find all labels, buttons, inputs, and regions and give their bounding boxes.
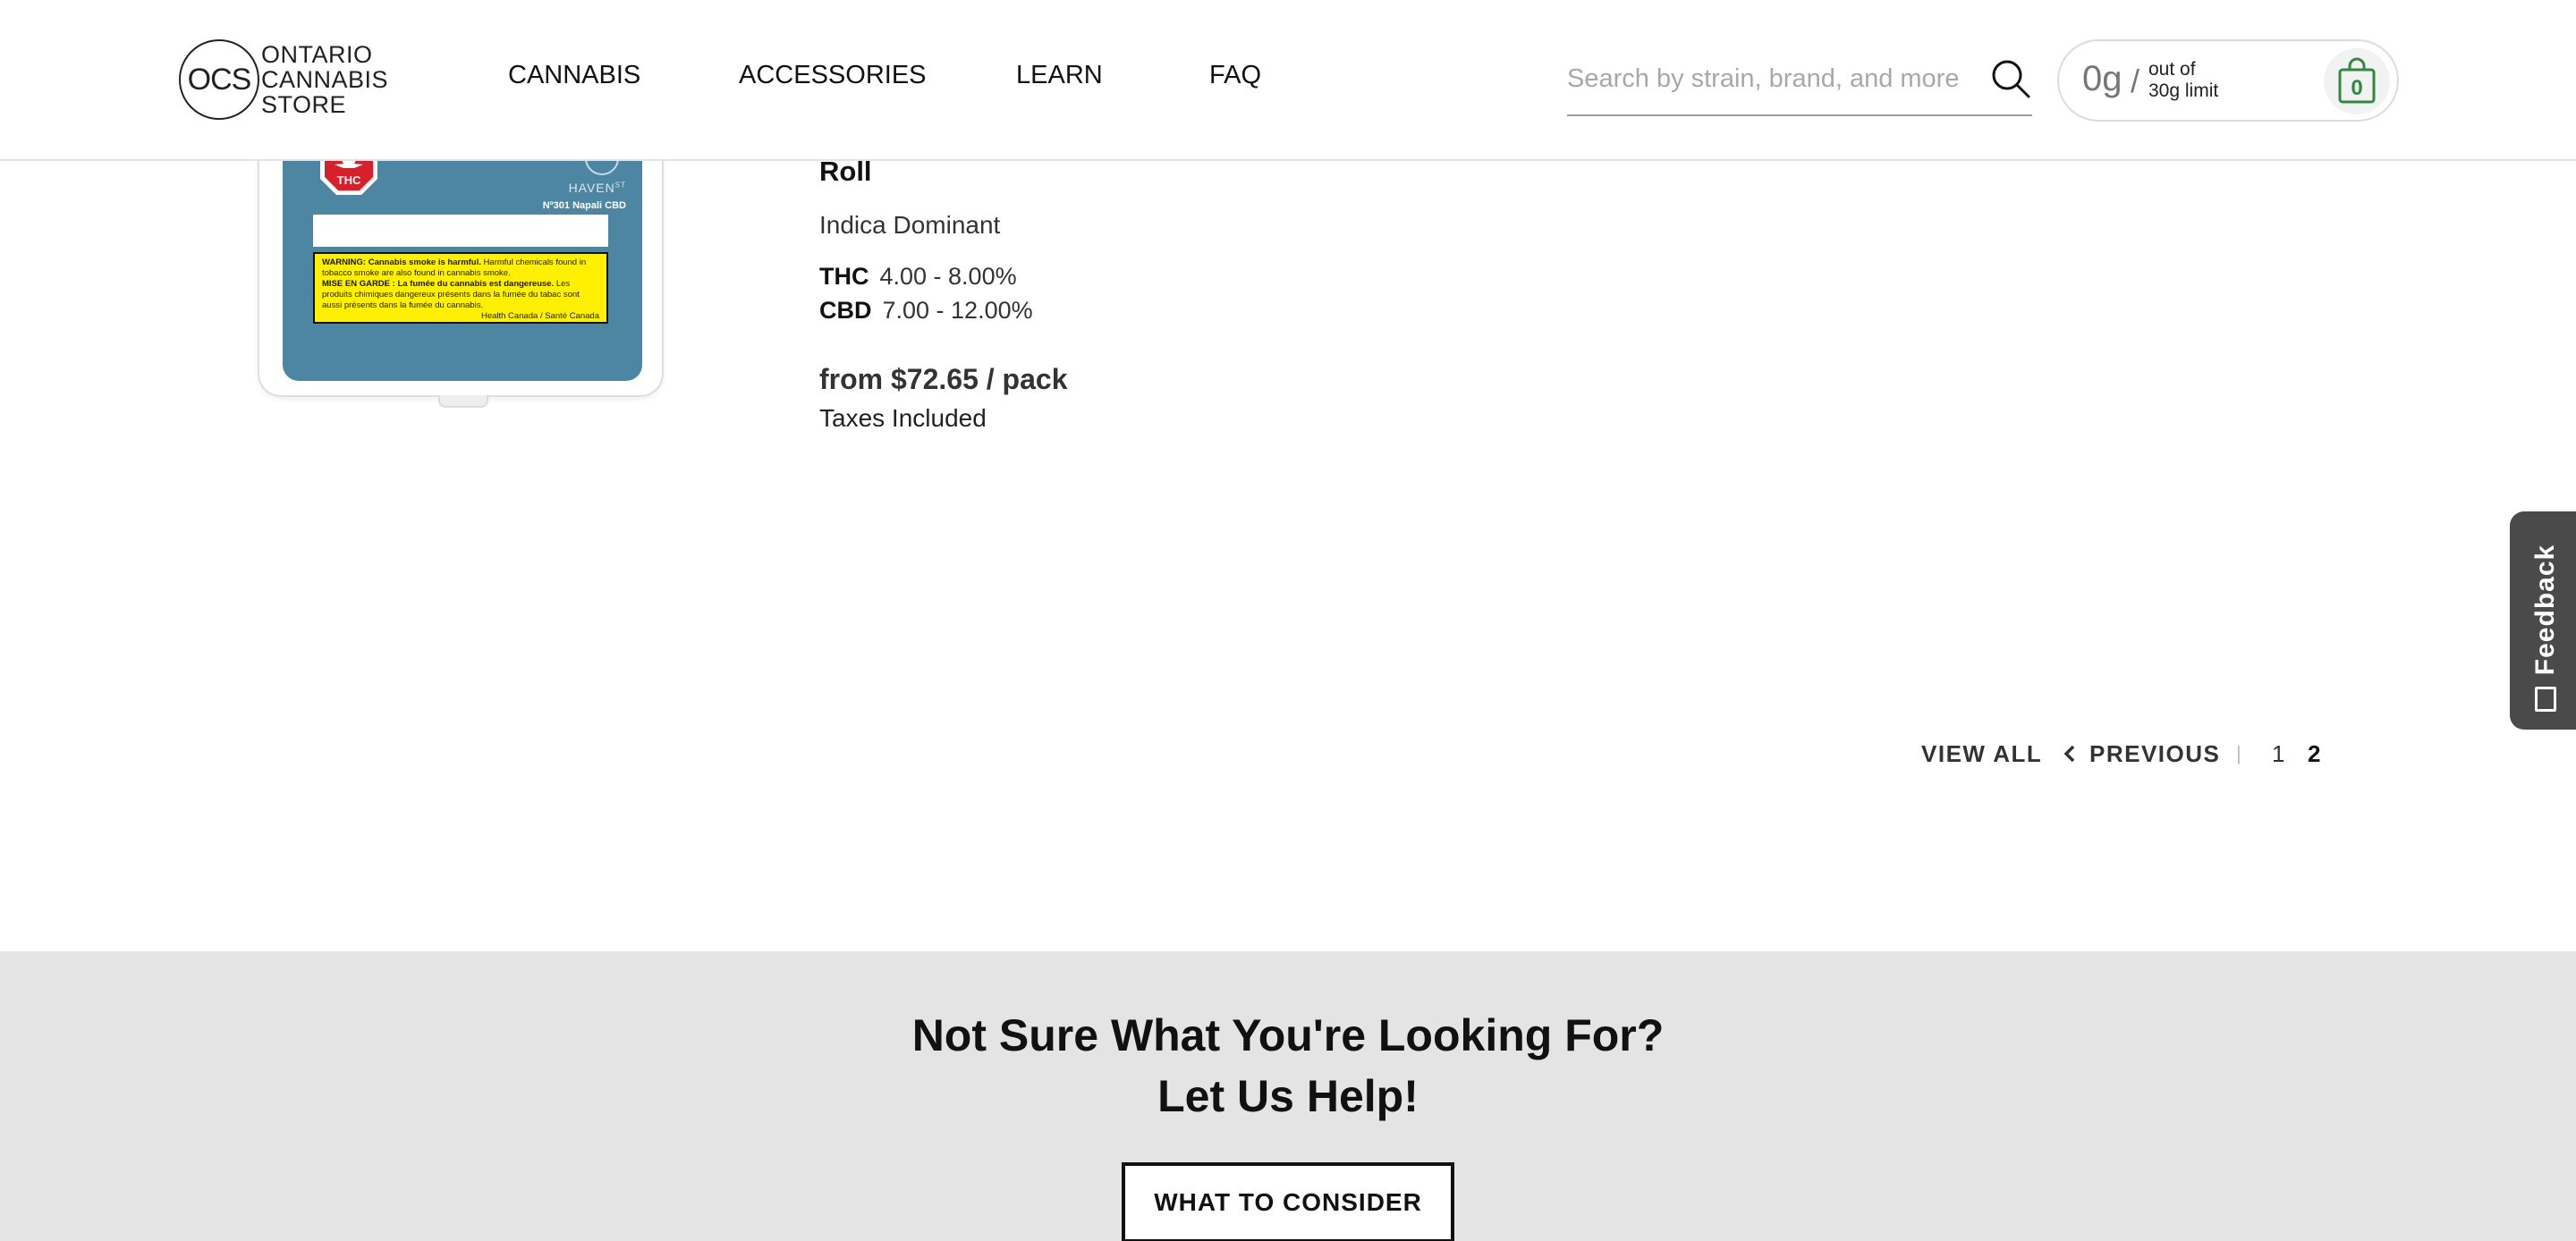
page-link-1[interactable]: 1 (2272, 740, 2286, 768)
search-input[interactable] (1567, 54, 1979, 104)
pagination-separator: | (2236, 742, 2243, 764)
cart-limit-line-1: out of (2148, 59, 2196, 80)
warning-en-bold: WARNING: Cannabis smoke is harmful. (322, 257, 481, 267)
warning-fr-bold: MISE EN GARDE : La fumée du cannabis est… (322, 279, 555, 289)
nav-item-accessories[interactable]: ACCESSORIES (739, 61, 927, 90)
warning-source: Health Canada / Santé Canada (480, 311, 599, 321)
previous-page-button[interactable]: PREVIOUS (2063, 740, 2220, 768)
cart-limit-widget[interactable]: 0g / out of 30g limit 0 (2057, 39, 2399, 122)
nav-item-cannabis[interactable]: CANNABIS (508, 61, 640, 90)
product-price: from $72.65 / pack (819, 363, 1068, 395)
ocs-logo[interactable]: OCS ONTARIO CANNABIS STORE (179, 39, 388, 120)
help-section: Not Sure What You're Looking For? Let Us… (0, 951, 2576, 1241)
health-warning-box: WARNING: Cannabis smoke is harmful. Harm… (313, 252, 608, 324)
brand-name: HAVENST (569, 181, 626, 195)
product-image[interactable]: THC HAVENST Nº301 Napali CBD WARNING: Ca… (258, 125, 664, 408)
cart-limit-line-2: 30g limit (2148, 80, 2219, 101)
shopping-bag-icon: 0 (2338, 57, 2376, 104)
logo-line-1: ONTARIO (261, 41, 373, 68)
product-cbd: CBD 7.00 - 12.00% (819, 297, 1033, 325)
logo-line-2: CANNABIS (261, 66, 389, 93)
help-title-line-1: Not Sure What You're Looking For? (911, 1010, 1665, 1060)
tax-note: Taxes Included (819, 404, 987, 432)
product-thc: THC 4.00 - 8.00% (819, 263, 1017, 291)
help-title-line-2: Let Us Help! (1157, 1071, 1419, 1121)
cart-amount: 0g (2082, 59, 2123, 98)
feedback-icon (2535, 687, 2556, 712)
feedback-label: Feedback (2530, 544, 2560, 676)
cbd-label: CBD (819, 297, 872, 324)
site-header: OCS ONTARIO CANNABIS STORE CANNABIS ACCE… (0, 0, 2576, 161)
cart-count: 0 (2351, 76, 2362, 100)
cart-slash: / (2131, 63, 2140, 99)
search-bar (1567, 54, 2032, 116)
logo-line-3: STORE (261, 91, 347, 118)
feedback-tab[interactable]: Feedback (2510, 511, 2576, 730)
chevron-left-icon (2063, 745, 2075, 763)
package-tab (438, 395, 488, 408)
thc-label: THC (819, 263, 869, 290)
thc-badge-label: THC (337, 173, 361, 187)
page-link-2-current[interactable]: 2 (2308, 740, 2322, 768)
help-title: Not Sure What You're Looking For? Let Us… (0, 1005, 2576, 1127)
brand-suffix: ST (614, 181, 626, 190)
cbd-value: 7.00 - 12.00% (882, 297, 1033, 324)
product-dominance: Indica Dominant (819, 211, 1001, 239)
package-product-name: Nº301 Napali CBD (542, 200, 626, 211)
previous-label: PREVIOUS (2089, 740, 2221, 767)
nav-item-learn[interactable]: LEARN (1016, 61, 1103, 90)
thc-value: 4.00 - 8.00% (879, 263, 1017, 290)
search-icon[interactable] (1989, 57, 2032, 100)
cart-limit-text: out of 30g limit (2148, 59, 2218, 102)
nav-item-faq[interactable]: FAQ (1209, 61, 1261, 90)
brand-name-text: HAVEN (568, 181, 615, 195)
product-package: THC HAVENST Nº301 Napali CBD WARNING: Ca… (283, 125, 642, 381)
ocs-logo-mark: OCS (179, 39, 259, 120)
package-label-strip (313, 215, 608, 247)
cart-button[interactable]: 0 (2324, 48, 2390, 114)
view-all-link[interactable]: VIEW ALL (1921, 740, 2042, 768)
ocs-logo-text: ONTARIO CANNABIS STORE (261, 42, 388, 117)
what-to-consider-button[interactable]: WHAT TO CONSIDER (1122, 1162, 1454, 1241)
